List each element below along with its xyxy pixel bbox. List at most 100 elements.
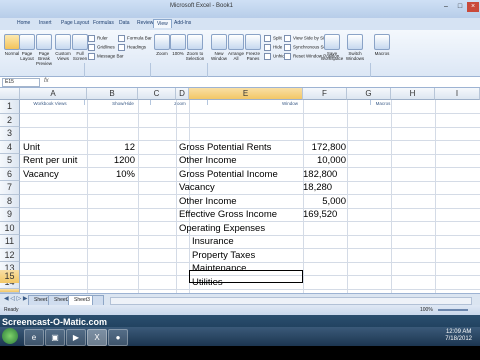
column-header-d[interactable]: D <box>176 88 189 100</box>
row-header-10[interactable]: 10 <box>0 221 20 235</box>
cell-e4[interactable]: Gross Potential Rents <box>179 141 271 155</box>
cell-b5[interactable]: 1200 <box>87 154 135 168</box>
cell-f4[interactable]: 172,800 <box>303 141 346 155</box>
row-header-1[interactable]: 1 <box>0 100 20 114</box>
cell-b6[interactable]: 10% <box>87 168 135 182</box>
cell-a6[interactable]: Vacancy <box>23 168 59 182</box>
minimize-button[interactable]: – <box>440 2 452 12</box>
switch-windows-button[interactable]: Switch Windows <box>343 34 367 61</box>
cell-a4[interactable]: Unit <box>23 141 40 155</box>
row-header-11[interactable]: 11 <box>0 235 20 249</box>
cell-e12[interactable]: Property Taxes <box>192 249 255 263</box>
close-button[interactable]: × <box>467 2 479 12</box>
custom-views-label: Custom Views <box>55 51 71 61</box>
freeze-panes-label: Freeze Panes <box>245 51 260 61</box>
column-header-c[interactable]: C <box>138 88 176 100</box>
tab-page-layout[interactable]: Page Layout <box>58 19 92 27</box>
row-header-7[interactable]: 7 <box>0 181 20 195</box>
row-header-5[interactable]: 5 <box>0 154 20 168</box>
page-break-preview-button[interactable]: Page Break Preview <box>34 34 54 66</box>
full-screen-button[interactable]: Full Screen <box>70 34 90 61</box>
folder-icon[interactable]: ▣ <box>45 329 65 346</box>
column-header-g[interactable]: G <box>347 88 391 100</box>
recorder-icon[interactable]: ● <box>108 329 128 346</box>
row-header-3[interactable]: 3 <box>0 127 20 141</box>
new-window-label: New Window <box>210 51 227 61</box>
excel-icon[interactable]: X <box>87 329 107 346</box>
zoom-slider[interactable] <box>438 309 468 311</box>
cell-e7[interactable]: Vacancy <box>179 181 215 195</box>
cell-e8[interactable]: Other Income <box>179 195 237 209</box>
cell-e10[interactable]: Operating Expenses <box>179 222 265 236</box>
message-bar-checkbox[interactable]: Message Bar <box>88 53 124 60</box>
cell-e6[interactable]: Gross Potential Income <box>179 168 278 182</box>
cell-f8[interactable]: 5,000 <box>303 195 346 209</box>
column-header-a[interactable]: A <box>20 88 87 100</box>
zoom-label: Zoom <box>156 51 168 56</box>
sheet-nav-arrows-icon[interactable]: ◀ ◁ ▷ ▶ <box>4 295 27 302</box>
gridlines-checkbox[interactable]: Gridlines <box>88 44 115 51</box>
ie-icon[interactable]: e <box>24 329 44 346</box>
name-box[interactable]: E15 <box>2 78 40 87</box>
save-workspace-button[interactable]: Save Workspace <box>320 34 344 61</box>
row-header-4[interactable]: 4 <box>0 140 20 154</box>
custom-views-icon <box>55 34 71 50</box>
cell-e5[interactable]: Other Income <box>179 154 237 168</box>
fx-icon[interactable]: fx <box>44 78 49 84</box>
taskbar: e ▣ ▶ X ● 12:09 AM 7/18/2012 <box>0 327 480 346</box>
cell-e9[interactable]: Effective Gross Income <box>179 208 277 222</box>
headings-checkbox[interactable]: Headings <box>118 44 146 51</box>
save-workspace-label: Save Workspace <box>320 51 344 61</box>
row-header-6[interactable]: 6 <box>0 167 20 181</box>
cell-b4[interactable]: 12 <box>87 141 135 155</box>
cell-f6[interactable]: 182,800 <box>303 168 337 182</box>
row-header-9[interactable]: 9 <box>0 208 20 222</box>
grid-line <box>20 288 480 290</box>
spreadsheet-grid[interactable]: A B C D E F G H I 1 2 3 4 5 6 7 8 9 10 1… <box>0 88 480 293</box>
cell-f5[interactable]: 10,000 <box>303 154 346 168</box>
row-header-8[interactable]: 8 <box>0 194 20 208</box>
window-title: Microsoft Excel - Book1 <box>170 3 234 9</box>
arrange-all-icon <box>228 34 244 50</box>
tab-home[interactable]: Home <box>14 19 33 27</box>
cell-f7[interactable]: 18,280 <box>303 181 332 195</box>
tab-data[interactable]: Data <box>116 19 133 27</box>
freeze-panes-button[interactable]: Freeze Panes <box>243 34 263 61</box>
tab-formulas[interactable]: Formulas <box>90 19 117 27</box>
cell-a5[interactable]: Rent per unit <box>23 154 77 168</box>
formula-bar-checkbox[interactable]: Formula Bar <box>118 35 152 42</box>
row-header-2[interactable]: 2 <box>0 113 20 127</box>
page-break-icon <box>36 34 52 50</box>
row-header-15[interactable]: 15 <box>0 270 20 283</box>
grid-line <box>138 100 139 293</box>
column-header-b[interactable]: B <box>87 88 138 100</box>
zoom-selection-button[interactable]: Zoom to Selection <box>185 34 205 61</box>
ribbon: Normal Page Layout Page Break Preview Cu… <box>0 30 480 106</box>
grid-line <box>391 100 392 293</box>
column-header-f[interactable]: F <box>303 88 347 100</box>
full-screen-label: Full Screen <box>72 51 88 61</box>
hide-button[interactable]: Hide <box>264 44 282 51</box>
ruler-checkbox[interactable]: Ruler <box>88 35 108 42</box>
screencast-watermark: Screencast-O-Matic.com <box>2 317 108 327</box>
horizontal-scrollbar[interactable] <box>110 297 472 305</box>
macros-button[interactable]: Macros <box>372 34 392 56</box>
column-header-i[interactable]: I <box>435 88 480 100</box>
clock-time: 12:09 AM <box>445 329 472 335</box>
selected-cell-e15[interactable] <box>189 270 303 283</box>
media-player-icon[interactable]: ▶ <box>66 329 86 346</box>
row-header-12[interactable]: 12 <box>0 248 20 262</box>
column-header-h[interactable]: H <box>391 88 435 100</box>
select-all-corner[interactable] <box>0 88 20 100</box>
cell-f9[interactable]: 169,520 <box>303 208 337 222</box>
tab-add-ins[interactable]: Add-Ins <box>171 19 194 27</box>
start-button[interactable] <box>2 328 18 344</box>
cell-e11[interactable]: Insurance <box>192 235 234 249</box>
split-button[interactable]: Split <box>264 35 282 42</box>
tab-view[interactable]: View <box>153 19 172 28</box>
grid-line <box>347 100 348 293</box>
maximize-button[interactable]: □ <box>454 2 466 12</box>
tab-insert[interactable]: Insert <box>36 19 55 27</box>
column-header-e[interactable]: E <box>189 88 303 100</box>
clock[interactable]: 12:09 AM 7/18/2012 <box>445 329 472 343</box>
